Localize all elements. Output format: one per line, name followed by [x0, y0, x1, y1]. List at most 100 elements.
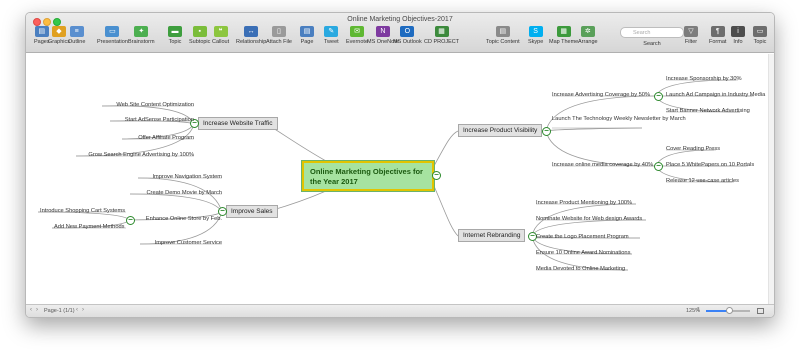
cd-project-icon: ▦ [434, 26, 449, 37]
subtopic-item[interactable]: Enhance Online Store by Feb. [146, 215, 222, 223]
page-next-icon[interactable]: › [82, 307, 84, 313]
subtopic-item[interactable]: Increase Product Mentioning by 100% [536, 199, 632, 207]
format-icon: ¶ [710, 26, 725, 37]
online-store-collapse-icon[interactable]: − [126, 216, 135, 225]
subtopic-item[interactable]: Increase Sponsorship by 30% [666, 75, 742, 83]
subtopic-icon: ▪ [192, 26, 207, 37]
central-collapse-icon[interactable]: − [432, 171, 441, 180]
fit-page-icon[interactable] [757, 308, 764, 314]
toolbar-label: Graphics [48, 39, 71, 45]
topic-internet-rebranding[interactable]: Internet Rebranding [458, 229, 526, 242]
vertical-scrollbar[interactable] [768, 54, 774, 306]
subtopic-item[interactable]: Start Banner Network Advertising [666, 107, 750, 115]
toolbar-button-topic-content[interactable]: ▤ Topic Content [486, 26, 520, 52]
toolbar-button-skype[interactable]: S Skype [528, 26, 543, 52]
toolbar-label: Tweet [324, 39, 339, 45]
subtopic-item[interactable]: Start AdSense Participation [125, 116, 194, 124]
toolbar-button-format[interactable]: ¶ Format [709, 26, 726, 52]
central-topic[interactable]: Online Marketing Objectives for the Year… [301, 160, 435, 192]
zoom-slider[interactable] [706, 307, 750, 314]
subtopic-item[interactable]: Increase Advertising Coverage by 50% [552, 91, 650, 99]
toolbar-label: Topic [753, 39, 767, 45]
map-canvas[interactable]: Online Marketing Objectives for the Year… [26, 54, 774, 306]
search-label: Search [643, 41, 661, 47]
toolbar-button-subtopic[interactable]: ▪ Subtopic [189, 26, 210, 52]
toolbar-button-arrange[interactable]: ✲ Arrange [578, 26, 598, 52]
toolbar-label: Topic Content [486, 39, 520, 45]
callout-icon: ❝ [213, 26, 228, 37]
page-indicator[interactable]: Page-1 (1/1) [44, 308, 75, 314]
title-bar: Online Marketing Objectives-2017 ▤ Pages ◆… [26, 13, 774, 53]
toolbar-label: Subtopic [189, 39, 211, 45]
toolbar-label: Topic [168, 39, 182, 45]
topic-content-icon: ▤ [495, 26, 510, 37]
toolbar-label: Brainstorm [128, 39, 155, 45]
tweet-icon: ✎ [324, 26, 339, 37]
search-input[interactable]: Search [620, 27, 684, 38]
toolbar-label: Evernote [346, 39, 369, 45]
subtopic-item[interactable]: Improve Customer Service [155, 239, 222, 247]
media-coverage-collapse-icon[interactable]: − [654, 162, 663, 171]
graphics-icon: ◆ [52, 26, 66, 37]
subtopic-item[interactable]: Media Devoted to Online Marketing [536, 265, 625, 273]
subtopic-item[interactable]: Ensure 10 Online Award Nominations [536, 249, 630, 257]
app-window: Online Marketing Objectives-2017 ▤ Pages ◆… [25, 12, 775, 318]
topic-increase-website-traffic[interactable]: Increase Website Traffic [198, 117, 278, 130]
toolbar-button-filter[interactable]: ▽ Filter [684, 26, 698, 52]
visibility-collapse-icon[interactable]: − [542, 127, 551, 136]
zoom-stepper-icon[interactable]: ⇕ [696, 307, 701, 313]
relationship-icon: ↔ [244, 26, 259, 37]
toolbar-button-cd-project[interactable]: ▦ CD PROJECT [424, 26, 459, 52]
toolbar-button-outline[interactable]: ≡ Outline [68, 26, 85, 52]
toolbar-label: Attach File [266, 39, 292, 45]
toolbar-button-brainstorm[interactable]: ✦ Brainstorm [128, 26, 155, 52]
toolbar-label: Info [733, 39, 743, 45]
topic-improve-sales[interactable]: Improve Sales [226, 205, 278, 218]
subtopic-item[interactable]: Release 12 use-case articles [666, 177, 739, 185]
subtopic-item[interactable]: Web Site Content Optimization [116, 101, 194, 109]
subtopic-item[interactable]: Grow Search Engine Advertising by 100% [88, 151, 194, 159]
toolbar-button-tweet[interactable]: ✎ Tweet [324, 26, 339, 52]
zoom-slider-knob[interactable] [726, 307, 733, 314]
subtopic-item[interactable]: Create the Logo Placement Program [536, 233, 629, 241]
toolbar-button-page[interactable]: ▤ Page [300, 26, 314, 52]
toolbar-label: Presentation [97, 39, 128, 45]
ad-coverage-collapse-icon[interactable]: − [654, 92, 663, 101]
page-icon: ▤ [300, 26, 314, 37]
toolbar-label: Arrange [578, 39, 598, 45]
next-page-icon[interactable]: › [36, 307, 38, 313]
toolbar-label: Page [300, 39, 314, 45]
toolbar-label: Filter [684, 39, 698, 45]
subtopic-item[interactable]: Cover Reading Press [666, 145, 720, 153]
toolbar-button-map-theme[interactable]: ▦ Map Theme [549, 26, 578, 52]
toolbar-button-info[interactable]: i Info [731, 26, 745, 52]
subtopic-item[interactable]: Improve Navigation System [152, 173, 222, 181]
subtopic-item[interactable]: Offer Affiliate Program [138, 134, 194, 142]
toolbar-button-relationship[interactable]: ↔ Relationship [236, 26, 266, 52]
topic-increase-product-visibility[interactable]: Increase Product Visibility [458, 124, 543, 137]
subtopic-item[interactable]: Launch Ad Campaign in Industry Media [666, 91, 765, 99]
toolbar-button-topic[interactable]: ▬ Topic [168, 26, 182, 52]
subtopic-item[interactable]: Introduce Shopping Cart Systems [40, 207, 125, 215]
subtopic-item[interactable]: Create Demo Movie by March [146, 189, 222, 197]
toolbar-button-outlook[interactable]: O MS Outlook [393, 26, 422, 52]
toolbar-button-topic-panel[interactable]: ▭ Topic [753, 26, 767, 52]
subtopic-item[interactable]: Nominate Website for Web design Awards [536, 215, 642, 223]
toolbar-button-evernote[interactable]: ✉ Evernote [346, 26, 368, 52]
subtopic-item[interactable]: Place 5 WhitePapers on 10 Portals [666, 161, 754, 169]
toolbar-button-graphics[interactable]: ◆ Graphics [48, 26, 70, 52]
toolbar-button-presentation[interactable]: ▭ Presentation [97, 26, 128, 52]
page-prev-icon[interactable]: ‹ [76, 307, 78, 313]
evernote-icon: ✉ [350, 26, 364, 37]
prev-page-icon[interactable]: ‹ [30, 307, 32, 313]
toolbar-label: MS Outlook [393, 39, 422, 45]
toolbar-label: Relationship [236, 39, 267, 45]
toolbar-button-callout[interactable]: ❝ Callout [212, 26, 229, 52]
subtopic-item[interactable]: Increase online media coverage by 40% [552, 161, 653, 169]
toolbar-button-attach-file[interactable]: ▯ Attach File [266, 26, 292, 52]
subtopic-item[interactable]: Add New Payment Methods [54, 223, 125, 231]
topic-panel-icon: ▭ [753, 26, 767, 37]
info-icon: i [731, 26, 745, 37]
subtopic-item[interactable]: Launch The Technology Weekly Newsletter … [552, 115, 688, 123]
skype-icon: S [528, 26, 543, 37]
